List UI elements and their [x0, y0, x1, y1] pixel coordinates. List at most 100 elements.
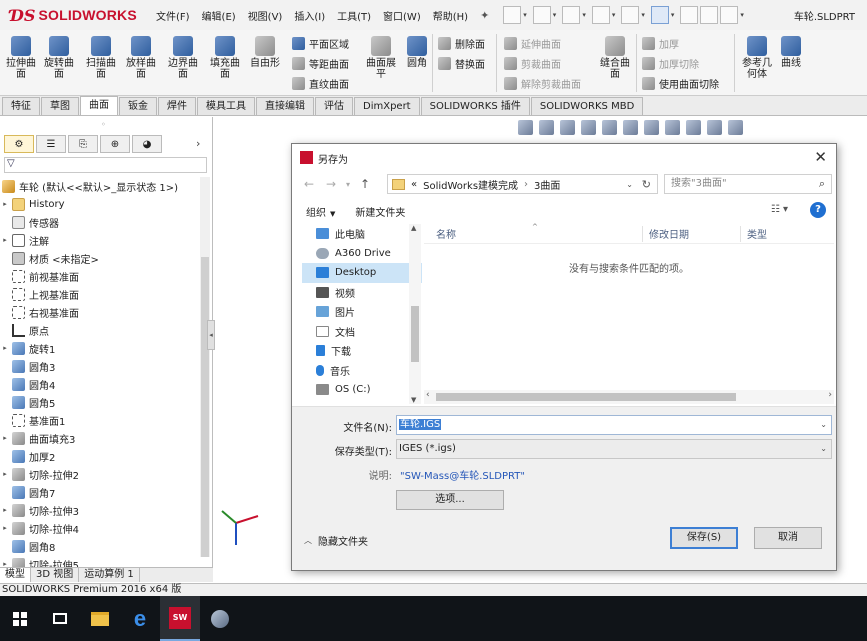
column-date-modified[interactable]: 修改日期 [649, 226, 689, 241]
menu-tools[interactable]: 工具(T) [331, 8, 377, 23]
extrude-surface-button[interactable]: 拉伸曲 面 [6, 36, 36, 80]
address-dropdown-icon[interactable]: ⌄ [626, 180, 633, 189]
expand-arrow-icon[interactable]: ▸ [0, 470, 10, 478]
sweep-surface-button[interactable]: 扫描曲 面 [86, 36, 116, 80]
delete-face-button[interactable]: 删除面 [438, 36, 485, 51]
breadcrumb-parent[interactable]: SolidWorks建模完成 [423, 177, 518, 192]
tab-mbd[interactable]: SOLIDWORKS MBD [530, 97, 644, 115]
freeform-button[interactable]: 自由形 [248, 36, 282, 69]
view-orientation-icon[interactable] [623, 120, 638, 135]
save-button[interactable]: 保存(S) [670, 527, 738, 549]
thicken-button[interactable]: 加厚 [642, 36, 679, 51]
scroll-right-icon[interactable]: › [828, 390, 832, 400]
solidworks-logo[interactable]: ƊS SOLIDWORKS [10, 6, 140, 25]
nav-os-drive[interactable]: OS (C:) [302, 380, 422, 400]
tab-weldments[interactable]: 焊件 [158, 97, 196, 115]
flatten-surface-button[interactable]: 曲面展 平 [364, 36, 398, 80]
scroll-down-icon[interactable]: ▼ [411, 396, 416, 404]
column-name[interactable]: 名称 [436, 226, 456, 241]
help-icon[interactable]: ? [810, 202, 826, 218]
print-icon[interactable] [591, 6, 610, 24]
tree-item[interactable]: 材质 <未指定> [0, 249, 200, 267]
column-divider[interactable] [740, 226, 741, 242]
hide-folders-toggle[interactable]: ︿ 隐藏文件夹 [304, 533, 368, 548]
tab-sketch[interactable]: 草图 [41, 97, 79, 115]
loft-surface-button[interactable]: 放样曲 面 [126, 36, 156, 80]
reference-geometry-button[interactable]: 参考几 何体 [740, 36, 774, 80]
new-folder-button[interactable]: 新建文件夹 [355, 204, 405, 219]
tree-item[interactable]: 原点 [0, 321, 200, 339]
zoom-to-area-icon[interactable] [539, 120, 554, 135]
menu-file[interactable]: 文件(F) [150, 8, 196, 23]
chevron-right-icon[interactable]: › [196, 137, 200, 150]
cancel-button[interactable]: 取消 [754, 527, 822, 549]
search-input[interactable]: 搜索"3曲面" ⌕ [664, 174, 832, 194]
revolve-surface-button[interactable]: 旋转曲 面 [44, 36, 74, 80]
tab-features[interactable]: 特征 [2, 97, 40, 115]
file-explorer-button[interactable] [80, 596, 120, 641]
rebuild-icon[interactable] [680, 6, 699, 24]
recent-dropdown-icon[interactable]: ▾ [342, 180, 354, 189]
replace-face-button[interactable]: 替换面 [438, 56, 485, 71]
boundary-surface-button[interactable]: 边界曲 面 [166, 36, 200, 80]
tree-item[interactable]: ▸ 切除-拉伸4 [0, 519, 200, 537]
nav-desktop[interactable]: Desktop [302, 263, 422, 283]
new-doc-icon[interactable] [503, 6, 522, 24]
pin-icon[interactable]: ✦ [480, 9, 489, 22]
configuration-manager-tab-icon[interactable]: ⎘ [68, 135, 98, 153]
dialog-title-bar[interactable]: 另存为 ✕ [292, 144, 836, 170]
up-arrow-icon[interactable]: ↑ [354, 177, 376, 191]
tree-item[interactable]: ▸ 注解 [0, 231, 200, 249]
tree-item[interactable]: 圆角4 [0, 375, 200, 393]
offset-surface-button[interactable]: 等距曲面 [292, 56, 349, 71]
tree-scrollbar[interactable] [200, 177, 210, 557]
chevron-down-icon[interactable]: ⌄ [820, 416, 827, 434]
nav-videos[interactable]: 视频 [302, 283, 422, 303]
tree-item[interactable]: 圆角5 [0, 393, 200, 411]
column-type[interactable]: 类型 [747, 226, 767, 241]
forward-arrow-icon[interactable]: → [320, 177, 342, 191]
tree-item[interactable]: ▸ 切除-拉伸2 [0, 465, 200, 483]
undo-dropdown-icon[interactable]: ▾ [641, 11, 645, 19]
tree-item[interactable]: 圆角3 [0, 357, 200, 375]
tab-direct-editing[interactable]: 直接编辑 [256, 97, 314, 115]
nav-documents[interactable]: 文档 [302, 322, 422, 342]
select-cursor-icon[interactable] [650, 6, 669, 24]
options-gear-icon[interactable] [720, 6, 739, 24]
address-bar[interactable]: « SolidWorks建模完成 › 3曲面 ⌄ ↻ [387, 174, 658, 194]
tab-motion-study[interactable]: 运动算例 1 [79, 568, 140, 582]
options-dropdown-icon[interactable]: ▾ [740, 11, 744, 19]
menu-edit[interactable]: 编辑(E) [196, 8, 242, 23]
menu-help[interactable]: 帮助(H) [427, 8, 474, 23]
breadcrumb-current[interactable]: 3曲面 [534, 177, 560, 192]
menu-view[interactable]: 视图(V) [242, 8, 289, 23]
tree-item[interactable]: 右视基准面 [0, 303, 200, 321]
dimxpert-manager-tab-icon[interactable]: ⊕ [100, 135, 130, 153]
scroll-thumb[interactable] [411, 306, 419, 362]
start-button[interactable] [0, 596, 40, 641]
trim-surface-button[interactable]: 剪裁曲面 [504, 56, 561, 71]
tree-item[interactable]: 加厚2 [0, 447, 200, 465]
refresh-icon[interactable]: ↻ [642, 178, 651, 191]
filename-input[interactable]: 车轮.IGS ⌄ [396, 415, 832, 435]
nav-this-pc[interactable]: 此电脑 [302, 224, 422, 244]
apply-scene-icon[interactable] [707, 120, 722, 135]
knit-surface-button[interactable]: 缝合曲 面 [598, 36, 632, 80]
tab-mold-tools[interactable]: 模具工具 [197, 97, 255, 115]
hide-show-items-icon[interactable] [665, 120, 680, 135]
surface-cut-button[interactable]: 使用曲面切除 [642, 76, 719, 91]
tab-dimxpert[interactable]: DimXpert [354, 97, 420, 115]
undo-icon[interactable] [621, 6, 640, 24]
back-arrow-icon[interactable]: ← [298, 177, 320, 191]
select-dropdown-icon[interactable]: ▾ [671, 11, 675, 19]
tree-item[interactable]: ▸ 切除-拉伸3 [0, 501, 200, 519]
expand-arrow-icon[interactable]: ▸ [0, 524, 10, 532]
app-taskbar-button[interactable] [200, 596, 240, 641]
tree-item[interactable]: 前视基准面 [0, 267, 200, 285]
tab-addins[interactable]: SOLIDWORKS 插件 [420, 97, 530, 115]
nav-pane-scrollbar[interactable]: ▲ ▼ [409, 224, 421, 404]
section-view-icon[interactable] [581, 120, 596, 135]
dynamic-annotation-icon[interactable] [602, 120, 617, 135]
menu-insert[interactable]: 插入(I) [288, 8, 331, 23]
tree-item[interactable]: 传感器 [0, 213, 200, 231]
